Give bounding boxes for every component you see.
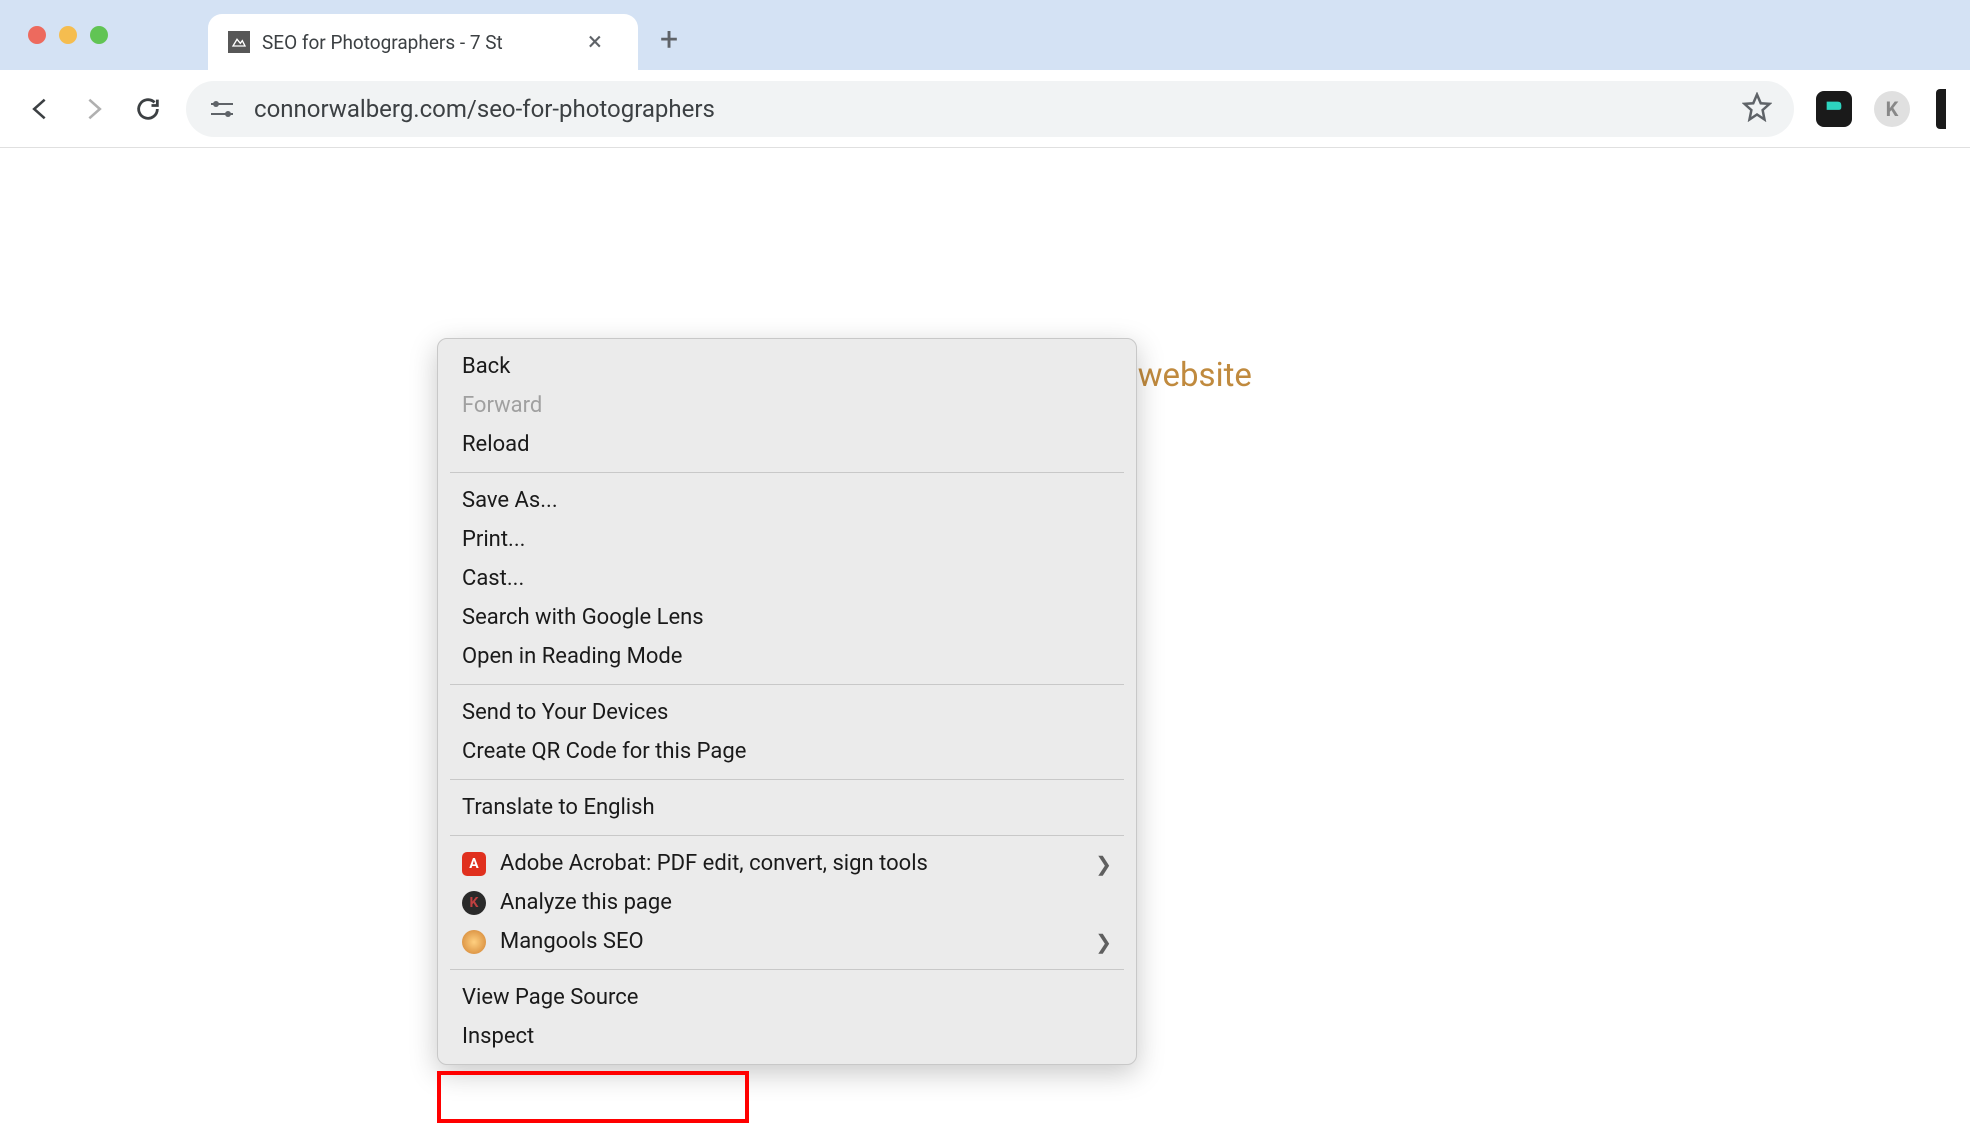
menu-translate[interactable]: Translate to English bbox=[438, 788, 1136, 827]
context-menu: Back Forward Reload Save As... Print... … bbox=[437, 338, 1137, 1065]
tab-title: SEO for Photographers - 7 St bbox=[262, 31, 572, 54]
menu-print[interactable]: Print... bbox=[438, 520, 1136, 559]
bookmark-star-icon[interactable] bbox=[1742, 92, 1772, 126]
menu-send-devices[interactable]: Send to Your Devices bbox=[438, 693, 1136, 732]
menu-inspect[interactable]: Inspect bbox=[438, 1017, 1136, 1056]
menu-separator bbox=[450, 779, 1124, 780]
browser-toolbar: connorwalberg.com/seo-for-photographers … bbox=[0, 70, 1970, 148]
forward-button[interactable] bbox=[78, 93, 110, 125]
chevron-right-icon: ❯ bbox=[1095, 930, 1112, 954]
k-icon: K bbox=[462, 891, 486, 915]
chevron-right-icon: ❯ bbox=[1095, 852, 1112, 876]
menu-separator bbox=[450, 472, 1124, 473]
reload-button[interactable] bbox=[132, 93, 164, 125]
annotation-highlight bbox=[437, 1071, 749, 1123]
menu-mangools-label: Mangools SEO bbox=[500, 929, 644, 954]
page-content: w to start ranking your photography webs… bbox=[0, 148, 1970, 1040]
extension-icon-1[interactable] bbox=[1816, 91, 1852, 127]
menu-separator bbox=[450, 969, 1124, 970]
menu-forward: Forward bbox=[438, 386, 1136, 425]
menu-save-as[interactable]: Save As... bbox=[438, 481, 1136, 520]
tab-favicon bbox=[228, 31, 250, 53]
menu-reload[interactable]: Reload bbox=[438, 425, 1136, 464]
menu-adobe-label: Adobe Acrobat: PDF edit, convert, sign t… bbox=[500, 851, 928, 876]
menu-reading-mode[interactable]: Open in Reading Mode bbox=[438, 637, 1136, 676]
menu-cast[interactable]: Cast... bbox=[438, 559, 1136, 598]
menu-mangools[interactable]: Mangools SEO ❯ bbox=[438, 922, 1136, 961]
close-window-button[interactable] bbox=[28, 26, 46, 44]
menu-analyze-label: Analyze this page bbox=[500, 890, 672, 915]
menu-separator bbox=[450, 835, 1124, 836]
menu-search-lens[interactable]: Search with Google Lens bbox=[438, 598, 1136, 637]
browser-tab[interactable]: SEO for Photographers - 7 St × bbox=[208, 14, 638, 70]
new-tab-button[interactable]: + bbox=[638, 23, 700, 55]
extension-edge-icon[interactable] bbox=[1936, 89, 1946, 129]
tab-strip: SEO for Photographers - 7 St × + bbox=[0, 0, 1970, 70]
window-controls bbox=[28, 26, 108, 44]
menu-analyze[interactable]: K Analyze this page bbox=[438, 883, 1136, 922]
menu-adobe[interactable]: A Adobe Acrobat: PDF edit, convert, sign… bbox=[438, 844, 1136, 883]
maximize-window-button[interactable] bbox=[90, 26, 108, 44]
menu-qr-code[interactable]: Create QR Code for this Page bbox=[438, 732, 1136, 771]
back-button[interactable] bbox=[24, 93, 56, 125]
menu-back[interactable]: Back bbox=[438, 347, 1136, 386]
close-tab-button[interactable]: × bbox=[584, 29, 606, 55]
address-bar[interactable]: connorwalberg.com/seo-for-photographers bbox=[186, 81, 1794, 137]
minimize-window-button[interactable] bbox=[59, 26, 77, 44]
adobe-icon: A bbox=[462, 852, 486, 876]
site-settings-icon[interactable] bbox=[208, 98, 236, 120]
menu-separator bbox=[450, 684, 1124, 685]
url-text: connorwalberg.com/seo-for-photographers bbox=[254, 95, 1724, 123]
menu-view-source[interactable]: View Page Source bbox=[438, 978, 1136, 1017]
profile-avatar[interactable]: K bbox=[1874, 91, 1910, 127]
mangools-icon bbox=[462, 930, 486, 954]
